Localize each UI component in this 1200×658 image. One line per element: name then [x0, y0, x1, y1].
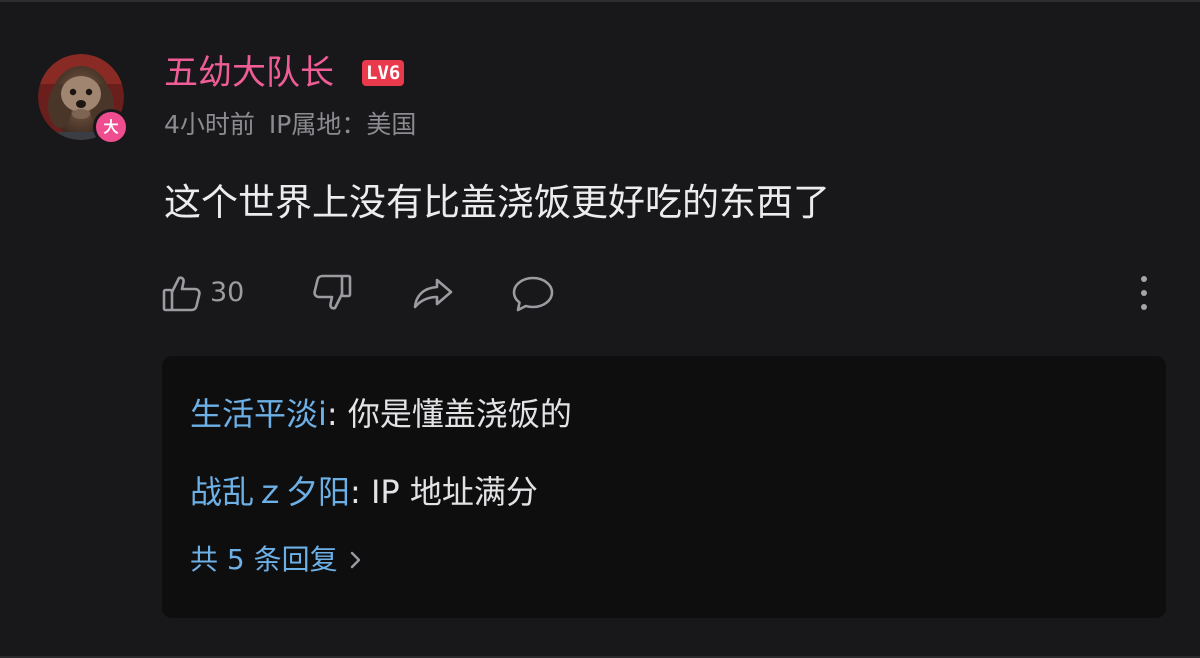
reply-button[interactable] — [510, 271, 570, 315]
reply-separator: : — [326, 395, 348, 433]
view-all-replies-label: 共 5 条回复 — [190, 543, 338, 576]
comment-meta: 4小时前 IP属地：美国 — [164, 108, 430, 142]
divider-top — [0, 0, 1200, 2]
reply-text: IP 地址满分 — [370, 473, 538, 511]
replies-preview[interactable]: 生活平淡i: 你是懂盖浇饭的 战乱ｚ夕阳: IP 地址满分 共 5 条回复 — [162, 356, 1166, 618]
more-options-button[interactable] — [1130, 272, 1158, 314]
thumbs-down-icon — [313, 274, 352, 310]
action-bar: 30 — [160, 268, 570, 318]
reply-item[interactable]: 生活平淡i: 你是懂盖浇饭的 — [190, 392, 572, 436]
like-button[interactable]: 30 — [160, 271, 310, 315]
ellipsis-dot — [1141, 290, 1147, 296]
username[interactable]: 五幼大队长 — [164, 51, 334, 95]
reply-text: 你是懂盖浇饭的 — [347, 395, 572, 433]
ellipsis-dot — [1141, 304, 1147, 310]
speech-bubble-icon — [512, 276, 554, 312]
reply-username[interactable]: 战乱ｚ夕阳 — [190, 473, 350, 511]
dislike-button[interactable] — [310, 271, 410, 315]
like-count: 30 — [210, 277, 245, 308]
comment-text: 这个世界上没有比盖浇饭更好吃的东西了 — [164, 181, 830, 224]
reply-separator: : — [350, 473, 371, 511]
comment-page: 大 五幼大队长 LV6 4小时前 IP属地：美国 这个世界上没有比盖浇饭更好吃的东… — [0, 0, 1200, 658]
view-all-replies-link[interactable]: 共 5 条回复 — [190, 540, 362, 580]
share-arrow-icon — [413, 278, 453, 309]
thumbs-up-icon — [162, 276, 201, 312]
chevron-right-icon — [350, 551, 360, 569]
reply-username[interactable]: 生活平淡i — [190, 395, 327, 433]
reply-item[interactable]: 战乱ｚ夕阳: IP 地址满分 — [190, 470, 538, 514]
level-badge: LV6 — [362, 60, 405, 86]
comment-time: 4小时前 — [164, 110, 255, 139]
share-button[interactable] — [410, 271, 510, 315]
avatar[interactable]: 大 — [38, 54, 129, 145]
ip-location: IP属地：美国 — [268, 110, 417, 139]
vertical-ellipsis-icon — [1141, 276, 1147, 282]
avatar-badge: 大 — [93, 109, 129, 145]
